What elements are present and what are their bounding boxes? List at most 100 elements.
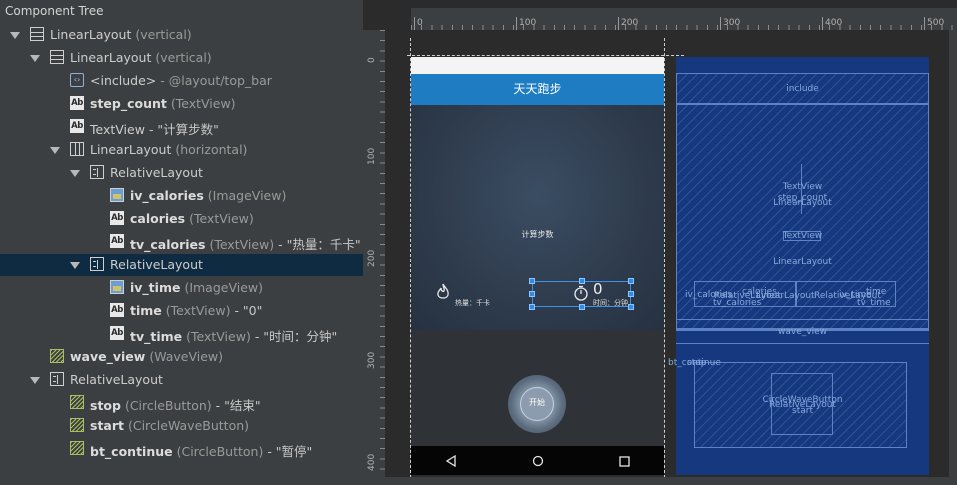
node-type: (WaveView) — [149, 349, 224, 364]
top-bar-title[interactable]: 天天跑步 — [411, 74, 664, 105]
resize-handle[interactable] — [529, 291, 535, 297]
custom-view-icon — [50, 349, 64, 363]
home-icon[interactable] — [532, 455, 544, 467]
tree-node[interactable]: Ab tv_calories (TextView) - "热量：千卡" — [0, 231, 363, 253]
blueprint-view[interactable]: include TextView step_count LinearLayout… — [676, 57, 929, 475]
tree-node-label: tv_calories (TextView) - "热量：千卡" — [130, 234, 361, 253]
tree-node[interactable]: bt_continue (CircleButton) - "暂停" — [0, 438, 363, 460]
node-name: calories — [130, 211, 186, 226]
node-value: - "结束" — [215, 398, 261, 413]
bp-stop-label: stop — [687, 358, 707, 368]
node-name: RelativeLayout — [110, 257, 203, 272]
resize-handle[interactable] — [529, 278, 535, 284]
horizontal-ruler: 0 100 200 300 400 500 — [411, 8, 957, 30]
tree-node-label: iv_time (ImageView) — [130, 280, 263, 295]
node-type: (CircleButton) — [176, 444, 264, 459]
tree-node[interactable]: RelativeLayout — [0, 162, 363, 184]
bp-start-label: start — [792, 406, 813, 416]
tree-node[interactable]: RelativeLayout — [0, 254, 363, 276]
tree-node[interactable]: stop (CircleButton) - "结束" — [0, 392, 363, 414]
tree-node[interactable]: LinearLayout (vertical) — [0, 47, 363, 69]
tree-node[interactable]: Ab time (TextView) - "0" — [0, 300, 363, 322]
tree-node[interactable]: Ab TextView - "计算步数" — [0, 116, 363, 138]
chevron-down-icon[interactable] — [30, 377, 40, 384]
node-name: LinearLayout — [70, 50, 152, 65]
include-icon: ‹› — [70, 73, 84, 87]
node-type: (vertical) — [135, 27, 192, 42]
tree-node[interactable]: LinearLayout (horizontal) — [0, 139, 363, 161]
resize-handle[interactable] — [628, 291, 634, 297]
step-count-label[interactable]: 计算步数 — [411, 229, 664, 240]
tree-node[interactable]: Ab step_count (TextView) — [0, 93, 363, 115]
resize-handle[interactable] — [579, 278, 585, 284]
tree-node-label: RelativeLayout — [70, 372, 163, 387]
bp-linearlayout-label: LinearLayout — [773, 198, 832, 208]
start-button[interactable]: 开始 — [508, 375, 566, 433]
node-name: <include> — [90, 73, 157, 88]
tree-node[interactable]: RelativeLayout — [0, 369, 363, 391]
tree-node-label: wave_view (WaveView) — [70, 349, 223, 364]
tree-node-label: RelativeLayout — [110, 257, 203, 272]
tree-node[interactable]: LinearLayout (vertical) — [0, 24, 363, 46]
horizontal-scrollbar[interactable] — [363, 477, 957, 485]
design-surface[interactable]: 0 100 200 300 400 500 0 100 200 300 400 天天跑步 计算步数… — [363, 0, 957, 485]
bp-tv-time-label: tv_time — [857, 298, 891, 308]
custom-view-icon — [70, 418, 84, 432]
node-name: RelativeLayout — [110, 165, 203, 180]
tree-node[interactable]: start (CircleWaveButton) — [0, 415, 363, 437]
tree-node[interactable]: Ab tv_time (TextView) - "时间：分钟" — [0, 323, 363, 345]
resize-handle[interactable] — [628, 304, 634, 310]
tree-node[interactable]: Ab calories (TextView) — [0, 208, 363, 230]
tree-node[interactable]: wave_view (WaveView) — [0, 346, 363, 368]
resize-handle[interactable] — [579, 304, 585, 310]
time-value[interactable]: 0 — [593, 280, 603, 298]
resize-handle[interactable] — [628, 278, 634, 284]
ruler-tick-label: 400 — [367, 453, 377, 471]
ruler-tick-label: 200 — [618, 17, 638, 30]
node-name: start — [90, 418, 124, 433]
recents-icon[interactable] — [619, 456, 630, 467]
status-bar — [411, 57, 664, 74]
relative-layout-icon — [90, 165, 104, 179]
bp-textview2-label: TextView — [782, 231, 823, 241]
resize-handle[interactable] — [529, 304, 535, 310]
node-type: - @layout/top_bar — [160, 73, 272, 88]
bp-include-label: include — [786, 84, 819, 94]
bp-textview-label: TextView — [782, 182, 823, 192]
node-type: (horizontal) — [175, 142, 248, 157]
chevron-down-icon[interactable] — [50, 147, 60, 154]
ruler-tick-label: 0 — [367, 57, 377, 63]
tree-node-label: bt_continue (CircleButton) - "暂停" — [90, 441, 312, 460]
calories-label[interactable]: 热量：千卡 — [455, 298, 490, 308]
timer-icon[interactable] — [573, 285, 589, 301]
node-type: (ImageView) — [184, 280, 264, 295]
node-name: stop — [90, 398, 121, 413]
tree-node[interactable]: iv_time (ImageView) — [0, 277, 363, 299]
tree-node-label: tv_time (TextView) - "时间：分钟" — [130, 326, 337, 345]
vertical-scrollbar[interactable] — [949, 30, 957, 477]
node-type: (TextView) — [189, 211, 254, 226]
tree-node-label: step_count (TextView) — [90, 96, 236, 111]
chevron-down-icon[interactable] — [10, 32, 20, 39]
tree-node-label: LinearLayout (vertical) — [70, 50, 212, 65]
textview-icon: Ab — [110, 303, 124, 317]
node-type: (TextView) — [186, 329, 251, 344]
back-icon[interactable] — [445, 455, 457, 467]
node-name: tv_time — [130, 329, 183, 344]
node-type: (vertical) — [155, 50, 212, 65]
tree-node[interactable]: ‹› <include> - @layout/top_bar — [0, 70, 363, 92]
time-label[interactable]: 时间：分钟 — [593, 298, 628, 308]
vertical-ruler: 0 100 200 300 400 — [363, 30, 385, 485]
tree-node[interactable]: iv_calories (ImageView) — [0, 185, 363, 207]
bp-linearlayout2-label: LinearLayout — [773, 257, 832, 267]
chevron-down-icon[interactable] — [70, 170, 80, 177]
textview-icon: Ab — [110, 234, 124, 248]
custom-view-icon — [70, 395, 84, 409]
phone-preview[interactable]: 天天跑步 计算步数 热量：千卡 0 时间：分钟 开始 — [411, 57, 664, 475]
flame-icon[interactable] — [435, 283, 451, 301]
chevron-down-icon[interactable] — [30, 55, 40, 62]
node-name: RelativeLayout — [70, 372, 163, 387]
chevron-down-icon[interactable] — [70, 262, 80, 269]
imageview-icon — [110, 280, 124, 294]
ruler-tick-label: 500 — [924, 17, 944, 30]
